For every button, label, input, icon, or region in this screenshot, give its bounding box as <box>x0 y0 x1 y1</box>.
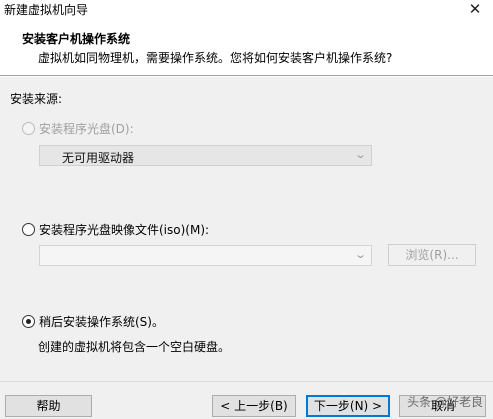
radio-circle-icon <box>22 122 35 135</box>
browse-button[interactable]: 浏览(R)... <box>388 244 476 266</box>
chevron-down-icon: ⌄ <box>353 248 367 261</box>
iso-path-select[interactable]: ⌄ <box>39 245 372 266</box>
radio-installer-disc[interactable]: 安装程序光盘(D): <box>22 120 134 137</box>
install-later-note: 创建的虚拟机将包含一个空白硬盘。 <box>38 340 231 354</box>
radio-installer-disc-label: 安装程序光盘(D): <box>39 122 134 136</box>
wizard-content: 安装来源: 安装程序光盘(D): 无可用驱动器 ⌄ 安装程序光盘映像文件(iso… <box>0 77 493 381</box>
next-button[interactable]: 下一步(N) > <box>306 395 390 417</box>
install-source-label: 安装来源: <box>10 92 63 106</box>
close-icon[interactable]: ✕ <box>465 0 485 18</box>
help-button[interactable]: 帮助 <box>5 395 92 417</box>
radio-install-later-label: 稍后安装操作系统(S)。 <box>39 315 164 329</box>
radio-iso-image-label: 安装程序光盘映像文件(iso)(M): <box>39 223 210 237</box>
title-bar: 新建虚拟机向导 ✕ <box>0 0 493 20</box>
watermark: 头条 @好老良 <box>407 395 483 409</box>
radio-checked-icon <box>22 315 35 328</box>
page-subtitle: 虚拟机如同物理机，需要操作系统。您将如何安装客户机操作系统? <box>38 51 393 65</box>
back-button[interactable]: < 上一步(B) <box>212 395 296 417</box>
chevron-down-icon: ⌄ <box>353 148 367 161</box>
radio-circle-icon <box>22 223 35 236</box>
wizard-header: 安装客户机操作系统 虚拟机如同物理机，需要操作系统。您将如何安装客户机操作系统? <box>0 20 493 76</box>
window-title: 新建虚拟机向导 <box>4 3 89 17</box>
drive-select-value: 无可用驱动器 <box>62 151 135 165</box>
page-title: 安装客户机操作系统 <box>22 32 131 46</box>
radio-install-later[interactable]: 稍后安装操作系统(S)。 <box>22 313 164 330</box>
radio-iso-image[interactable]: 安装程序光盘映像文件(iso)(M): <box>22 221 209 238</box>
drive-select[interactable]: 无可用驱动器 ⌄ <box>39 145 372 166</box>
